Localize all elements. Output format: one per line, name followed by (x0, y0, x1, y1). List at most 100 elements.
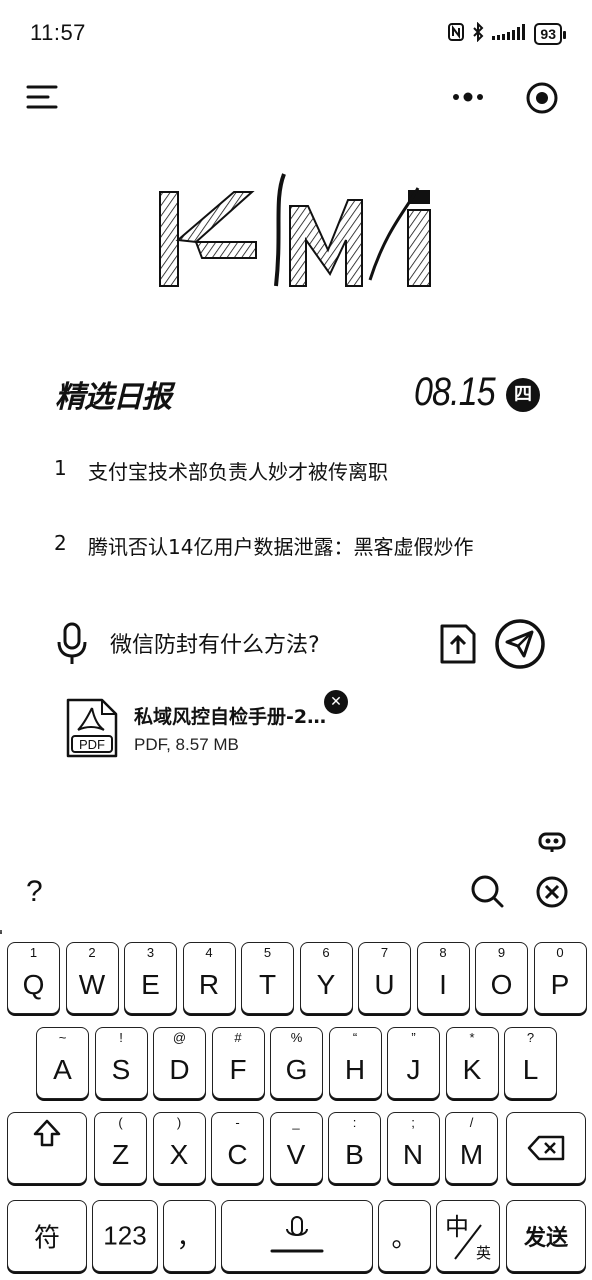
voice-input-button[interactable] (56, 622, 88, 666)
key-label: S (111, 1054, 131, 1085)
upload-button[interactable] (438, 622, 478, 666)
key-y[interactable]: 6Y (299, 942, 353, 1014)
key-label: N (402, 1139, 424, 1170)
record-button[interactable] (524, 80, 560, 116)
key-secondary-label: * (469, 1030, 475, 1045)
key-label: 发送 (523, 1225, 568, 1250)
keyboard: 1 Q 2 W 3 E 4 R 5 T 6 Y 7 U 8 I 9 O 0 P ~ A! S @ D # F% G “H” J * K? L(Z… (0, 930, 592, 1280)
key-label: 符 (33, 1222, 60, 1253)
key-k[interactable]: * K (445, 1027, 499, 1099)
key-label: H (344, 1054, 366, 1085)
key-secondary-label: / (469, 1115, 474, 1130)
candidate-word[interactable]: ? (26, 875, 43, 909)
key-a[interactable]: ~ A (36, 1027, 89, 1099)
key-secondary-label: 5 (263, 945, 272, 960)
key-o[interactable]: 9O (475, 942, 528, 1014)
key-label: C (227, 1139, 248, 1170)
key-h[interactable]: “H (328, 1027, 382, 1099)
battery-icon: 93 (534, 23, 566, 45)
key-c[interactable]: -C (211, 1112, 264, 1184)
key-v[interactable]: _ V (269, 1112, 323, 1184)
send-button[interactable] (494, 618, 546, 670)
key-l[interactable]: ? L (504, 1027, 557, 1099)
remove-attachment-button[interactable]: ✕ (324, 690, 348, 714)
space-key[interactable] (221, 1200, 373, 1272)
key-label: I (439, 969, 447, 1000)
key-secondary-label: _ (292, 1115, 300, 1130)
key-f[interactable]: # F (211, 1027, 265, 1099)
space-mic-icon (270, 1216, 324, 1253)
language-switch-key[interactable]: 中英 (436, 1200, 500, 1272)
key-label: G (285, 1054, 308, 1085)
shift-key[interactable] (7, 1112, 87, 1184)
key-d[interactable]: @ D (153, 1027, 206, 1099)
symbols-key[interactable]: 符 (7, 1200, 87, 1272)
upload-file-icon (440, 624, 476, 664)
numbers-key[interactable]: 123 (92, 1200, 158, 1272)
key-p[interactable]: 0P (533, 942, 587, 1014)
key-label: ， (176, 1222, 203, 1253)
close-icon: ✕ (330, 694, 342, 710)
backspace-key[interactable] (506, 1112, 586, 1184)
key-g[interactable]: % G (270, 1027, 323, 1099)
key-label: Y (316, 969, 336, 1000)
key-q[interactable]: 1Q (7, 942, 60, 1014)
key-z[interactable]: (Z (94, 1112, 147, 1184)
target-icon (526, 82, 558, 114)
key-u[interactable]: 7U (358, 942, 411, 1014)
news-text: 支付宝技术部负责人妙才被传离职 (88, 460, 388, 484)
robot-icon[interactable] (537, 830, 567, 852)
news-item-1[interactable]: 1 支付宝技术部负责人妙才被传离职 (54, 456, 388, 485)
weekday-badge: 四 (506, 378, 540, 412)
key-secondary-label: ~ (58, 1030, 67, 1045)
key-label: J (406, 1054, 421, 1085)
kimi-logo (156, 170, 438, 292)
key-secondary-label: 9 (497, 945, 506, 960)
signal-icon (492, 24, 526, 44)
keyboard-search-button[interactable] (468, 872, 506, 910)
key-r[interactable]: 4R (182, 942, 236, 1014)
key-e[interactable]: 3E (124, 942, 177, 1014)
key-label: O (490, 969, 513, 1000)
key-s[interactable]: ! S (94, 1027, 148, 1099)
key-label: R (198, 969, 220, 1000)
bluetooth-icon (472, 21, 484, 46)
key-secondary-label: ” (411, 1030, 416, 1045)
shift-icon (33, 1119, 61, 1147)
key-n[interactable]: ; N (386, 1112, 440, 1184)
status-icons: 93 (448, 20, 566, 48)
news-text: 腾讯否认14亿用户数据泄露：黑客虚假炒作 (88, 535, 474, 559)
key-x[interactable]: ) X (152, 1112, 206, 1184)
key-t[interactable]: 5T (241, 942, 294, 1014)
key-secondary-label: 6 (322, 945, 330, 960)
keyboard-close-button[interactable] (534, 874, 570, 910)
key-secondary-label: 8 (439, 945, 447, 960)
key-secondary-label: # (234, 1030, 242, 1045)
key-i[interactable]: 8I (416, 942, 470, 1014)
comma-key[interactable]: ， (163, 1200, 216, 1272)
key-secondary-label: 1 (29, 945, 38, 960)
key-label: Z (111, 1139, 130, 1170)
key-b[interactable]: :B (328, 1112, 381, 1184)
news-item-2[interactable]: 2 腾讯否认14亿用户数据泄露：黑客虚假炒作 (54, 531, 473, 560)
key-w[interactable]: 2W (65, 942, 119, 1014)
key-label: L (522, 1054, 539, 1085)
menu-button[interactable] (26, 80, 60, 114)
key-label: T (258, 969, 277, 1000)
key-label: P (550, 969, 570, 1000)
more-button[interactable] (446, 82, 490, 112)
file-meta: PDF, 8.57 MB (134, 735, 239, 754)
chat-input[interactable]: 微信防封有什么方法? (110, 627, 430, 659)
status-time: 11:57 (30, 20, 86, 45)
key-j[interactable]: ” J (387, 1027, 440, 1099)
key-m[interactable]: / M (445, 1112, 498, 1184)
key-secondary-label: ) (176, 1115, 182, 1130)
news-number: 2 (54, 531, 67, 555)
key-label: M (459, 1139, 484, 1170)
key-secondary-label: 7 (380, 945, 389, 960)
send-key[interactable]: 发送 (506, 1200, 586, 1272)
key-secondary-label: “ (352, 1030, 358, 1045)
kimi-logo-art (159, 173, 431, 287)
period-key[interactable]: 。 (378, 1200, 431, 1272)
key-secondary-label: % (290, 1030, 303, 1045)
